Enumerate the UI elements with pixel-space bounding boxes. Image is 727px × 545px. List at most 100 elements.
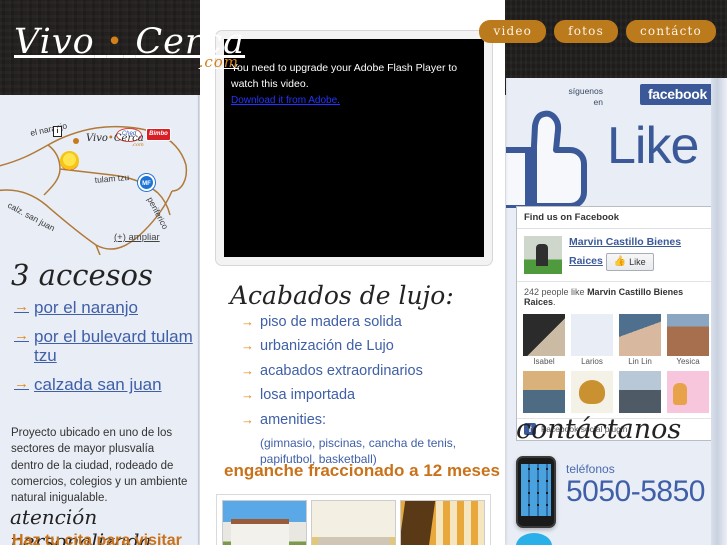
thumbnail-interior[interactable] xyxy=(400,500,485,545)
arrow-right-icon: → xyxy=(241,362,254,378)
flash-download-link[interactable]: Download it from Adobe. xyxy=(231,93,478,108)
facebook-like-count: 242 people like Marvin Castillo Bienes R… xyxy=(517,281,715,312)
center-column: You need to upgrade your Adobe Flash Pla… xyxy=(200,0,505,545)
friend-avatar[interactable] xyxy=(619,370,661,413)
shell-station-icon xyxy=(60,151,79,170)
left-column: el naranjo tulam tzu calz. san juan peri… xyxy=(0,95,199,545)
friend-avatar[interactable] xyxy=(571,314,613,356)
friend-avatar[interactable] xyxy=(523,314,565,356)
like-button-label: Like xyxy=(629,256,646,267)
iphone-screen xyxy=(521,464,551,516)
bank-badge-icon: MF xyxy=(138,174,155,191)
acceso-label: calzada san juan xyxy=(34,375,162,395)
count-prefix: 242 people like xyxy=(524,287,588,297)
location-map[interactable]: el naranjo tulam tzu calz. san juan peri… xyxy=(0,95,198,255)
facebook-friend-faces: Isabel Larios Lin Lin Yesica xyxy=(517,312,715,418)
telephone-number: 5050-5850 xyxy=(566,475,705,508)
friend-name: Isabel xyxy=(533,357,555,366)
arrow-right-icon: → xyxy=(14,326,29,344)
nav-contacto[interactable]: contácto xyxy=(625,20,716,43)
facebook-like-button[interactable]: 👍 Like xyxy=(605,253,654,272)
friend-avatar[interactable] xyxy=(667,314,709,356)
acabado-label: urbanización de Lujo xyxy=(260,338,394,355)
map-zoom-link[interactable]: (+) ampliar xyxy=(114,232,160,243)
acabado-label: acabados extraordinarios xyxy=(260,362,423,379)
map-project-logo: Vivo•Cerca .com xyxy=(86,133,144,148)
facebook-page-avatar[interactable] xyxy=(524,236,562,274)
friend-name: Larios xyxy=(581,357,603,366)
map-roads-icon: el naranjo tulam tzu calz. san juan peri… xyxy=(0,120,188,255)
friend-cell[interactable]: Lin Lin xyxy=(618,314,662,367)
page-right-edge xyxy=(711,78,727,545)
friend-name: Yesica xyxy=(676,357,700,366)
flash-message-text: You need to upgrade your Adobe Flash Pla… xyxy=(231,62,458,90)
facebook-hero[interactable]: síguenos en facebook Like xyxy=(506,78,727,208)
info-marker-icon: i xyxy=(53,126,62,137)
acabado-label: amenities: xyxy=(260,411,327,428)
telefonos-label: teléfonos xyxy=(566,462,615,476)
like-word: Like xyxy=(607,117,699,175)
like-thumb-icon: 👍 xyxy=(613,256,627,268)
arrow-right-icon: → xyxy=(14,298,29,315)
friend-cell[interactable] xyxy=(570,370,614,413)
right-column: síguenos en facebook Like Find us on Fac… xyxy=(506,78,727,545)
arrow-right-icon: → xyxy=(241,411,254,427)
friend-avatar[interactable] xyxy=(523,370,565,413)
acabado-label: losa importada xyxy=(260,387,356,404)
friend-cell[interactable]: Isabel xyxy=(522,314,566,367)
iphone-icon xyxy=(516,456,556,528)
facebook-box-title: Find us on Facebook xyxy=(517,207,715,229)
phone-block: teléfonos 5050-5850 xyxy=(516,456,705,528)
arrow-right-icon: → xyxy=(241,387,254,403)
acabados-list: → piso de madera solida → urbanización d… xyxy=(241,314,491,467)
top-navigation: video fotos contácto xyxy=(479,20,716,43)
arrow-right-icon: → xyxy=(241,338,254,354)
count-suffix: . xyxy=(553,297,556,307)
acceso-label: por el bulevard tulam tzu xyxy=(34,326,193,366)
video-player-frame[interactable]: You need to upgrade your Adobe Flash Pla… xyxy=(215,30,493,266)
acabado-item-amenities[interactable]: → amenities: xyxy=(241,412,491,429)
skype-icon[interactable] xyxy=(516,533,552,545)
facebook-like-box: Find us on Facebook Marvin Castillo Bien… xyxy=(516,206,716,441)
map-label-el-naranjo: el naranjo xyxy=(29,120,68,138)
acceso-link-calzada[interactable]: → calzada san juan xyxy=(14,375,194,395)
friend-cell[interactable]: Larios xyxy=(570,314,614,367)
friend-avatar[interactable] xyxy=(667,370,709,413)
friend-avatar[interactable] xyxy=(571,370,613,413)
facebook-wordmark[interactable]: facebook xyxy=(639,84,715,105)
logo-word-vivo: Vivo xyxy=(14,22,95,62)
friend-cell[interactable] xyxy=(618,370,662,413)
friend-avatar[interactable] xyxy=(619,314,661,356)
acabados-heading: Acabados de lujo: xyxy=(230,281,454,310)
friend-cell[interactable] xyxy=(522,370,566,413)
logo-dot-icon: • xyxy=(106,27,124,57)
nav-fotos[interactable]: fotos xyxy=(554,20,618,43)
bimbo-store-icon: Bimbo xyxy=(146,128,171,141)
nav-video[interactable]: video xyxy=(479,20,547,43)
acabado-item-losa[interactable]: → losa importada xyxy=(241,387,491,404)
acabado-item-urbanizacion[interactable]: → urbanización de Lujo xyxy=(241,338,491,355)
haz-tu-cita-text: Haz tu cita para visitar xyxy=(12,532,182,545)
friend-name: Lin Lin xyxy=(628,357,652,366)
arrow-right-icon: → xyxy=(241,314,254,329)
map-label-calz-san-juan: calz. san juan xyxy=(6,200,57,233)
siguenos-line1: síguenos xyxy=(568,86,604,96)
thumbnail-bedroom[interactable] xyxy=(311,500,396,545)
acceso-link-bulevard[interactable]: → por el bulevard tulam tzu xyxy=(14,327,194,366)
site-logo[interactable]: Vivo • Cerca .com xyxy=(14,22,245,71)
map-label-tulam-tzu: tulam tzu xyxy=(94,172,129,185)
acabado-label: piso de madera solida xyxy=(260,314,402,330)
thumbs-up-icon xyxy=(506,110,587,208)
photo-thumbnail-strip xyxy=(216,494,491,545)
thumbnail-house-exterior[interactable] xyxy=(222,500,307,545)
acabado-item-piso[interactable]: → piso de madera solida xyxy=(241,314,491,331)
project-description: Proyecto ubicado en uno de los sectores … xyxy=(11,427,188,505)
acabado-item-extraordinarios[interactable]: → acabados extraordinarios xyxy=(241,363,491,380)
video-screen[interactable]: You need to upgrade your Adobe Flash Pla… xyxy=(224,39,484,257)
enganche-text: enganche fraccionado a 12 meses xyxy=(224,461,500,480)
friend-cell[interactable]: Yesica xyxy=(666,314,710,367)
contactanos-heading: contáctanos xyxy=(516,414,682,445)
friend-cell[interactable] xyxy=(666,370,710,413)
facebook-page-row: Marvin Castillo Bienes Raices 👍 Like xyxy=(517,229,715,281)
acceso-link-naranjo[interactable]: → por el naranjo xyxy=(14,298,194,318)
